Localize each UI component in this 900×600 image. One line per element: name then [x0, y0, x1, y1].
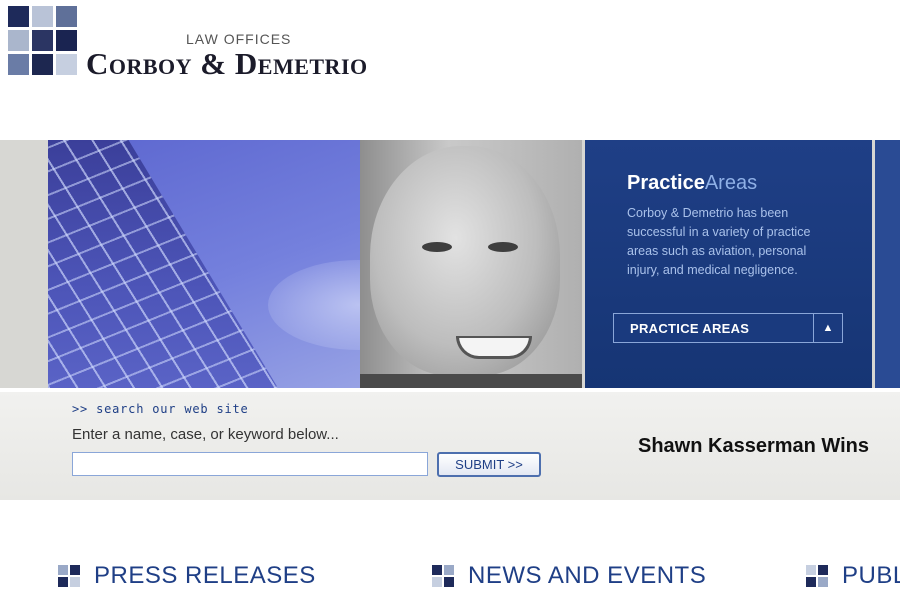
grid-icon-cell	[818, 577, 828, 587]
grid-icon-cell	[432, 577, 442, 587]
logo-square	[32, 30, 53, 51]
portrait-photo	[360, 140, 582, 388]
grid-icon-cell	[70, 565, 80, 575]
grid-icon-cell	[58, 577, 68, 587]
portrait-face	[370, 146, 560, 376]
practice-areas-dropdown-label: PRACTICE AREAS	[630, 321, 750, 336]
grid-icon-cell	[806, 577, 816, 587]
search-site-link[interactable]: >> search our web site	[72, 402, 249, 416]
nav-label: PUBL	[842, 562, 900, 589]
portrait-shoulder	[360, 374, 582, 388]
grid-icon-cell	[818, 565, 828, 575]
grid-icon	[58, 565, 80, 587]
grid-icon	[432, 565, 454, 587]
logo-square	[56, 30, 77, 51]
logo-square	[56, 6, 77, 27]
search-input[interactable]	[72, 452, 428, 476]
nav-news-and-events[interactable]: NEWS AND EVENTS	[432, 562, 706, 590]
search-prompt-label: Enter a name, case, or keyword below...	[72, 426, 339, 443]
practice-areas-dropdown[interactable]: PRACTICE AREAS ▲	[613, 313, 843, 343]
logo-square	[32, 54, 53, 75]
portrait-smile	[456, 336, 532, 359]
practice-title-bold: Practice	[627, 172, 705, 194]
logo-square	[32, 6, 53, 27]
practice-areas-panel: PracticeAreas Corboy & Demetrio has been…	[585, 140, 872, 388]
triangle-up-icon[interactable]: ▲	[813, 314, 842, 342]
logo-square	[8, 54, 29, 75]
nav-press-releases[interactable]: PRESS RELEASES	[58, 562, 316, 590]
hero-banner: PracticeAreas Corboy & Demetrio has been…	[0, 140, 900, 388]
grid-icon	[806, 565, 828, 587]
logo-square	[56, 54, 77, 75]
firm-name-logo[interactable]: Corboy & Demetrio	[86, 46, 368, 82]
portrait-eye	[488, 242, 518, 252]
grid-icon-cell	[806, 565, 816, 575]
logo-square	[8, 6, 29, 27]
nav-label: NEWS AND EVENTS	[468, 562, 707, 589]
practice-areas-description: Corboy & Demetrio has been successful in…	[627, 206, 811, 277]
hero-image	[48, 140, 582, 388]
building-graphic	[48, 140, 278, 388]
news-headline-link[interactable]: Shawn Kasserman Wins	[638, 435, 869, 458]
nav-label: PRESS RELEASES	[94, 562, 316, 589]
practice-areas-heading: PracticeAreas	[627, 172, 757, 195]
grid-icon-cell	[444, 565, 454, 575]
logo-grid-icon	[8, 6, 78, 76]
practice-title-light: Areas	[704, 172, 758, 194]
grid-icon-cell	[432, 565, 442, 575]
portrait-eye	[422, 242, 452, 252]
submit-button[interactable]: SUBMIT >>	[437, 452, 541, 477]
law-offices-label: LAW OFFICES	[186, 31, 292, 47]
search-section: >> search our web site Enter a name, cas…	[0, 392, 900, 500]
banner-edge-panel	[875, 140, 900, 388]
grid-icon-cell	[70, 577, 80, 587]
nav-publications[interactable]: PUBL	[806, 562, 900, 590]
grid-icon-cell	[444, 577, 454, 587]
logo-square	[8, 30, 29, 51]
grid-icon-cell	[58, 565, 68, 575]
